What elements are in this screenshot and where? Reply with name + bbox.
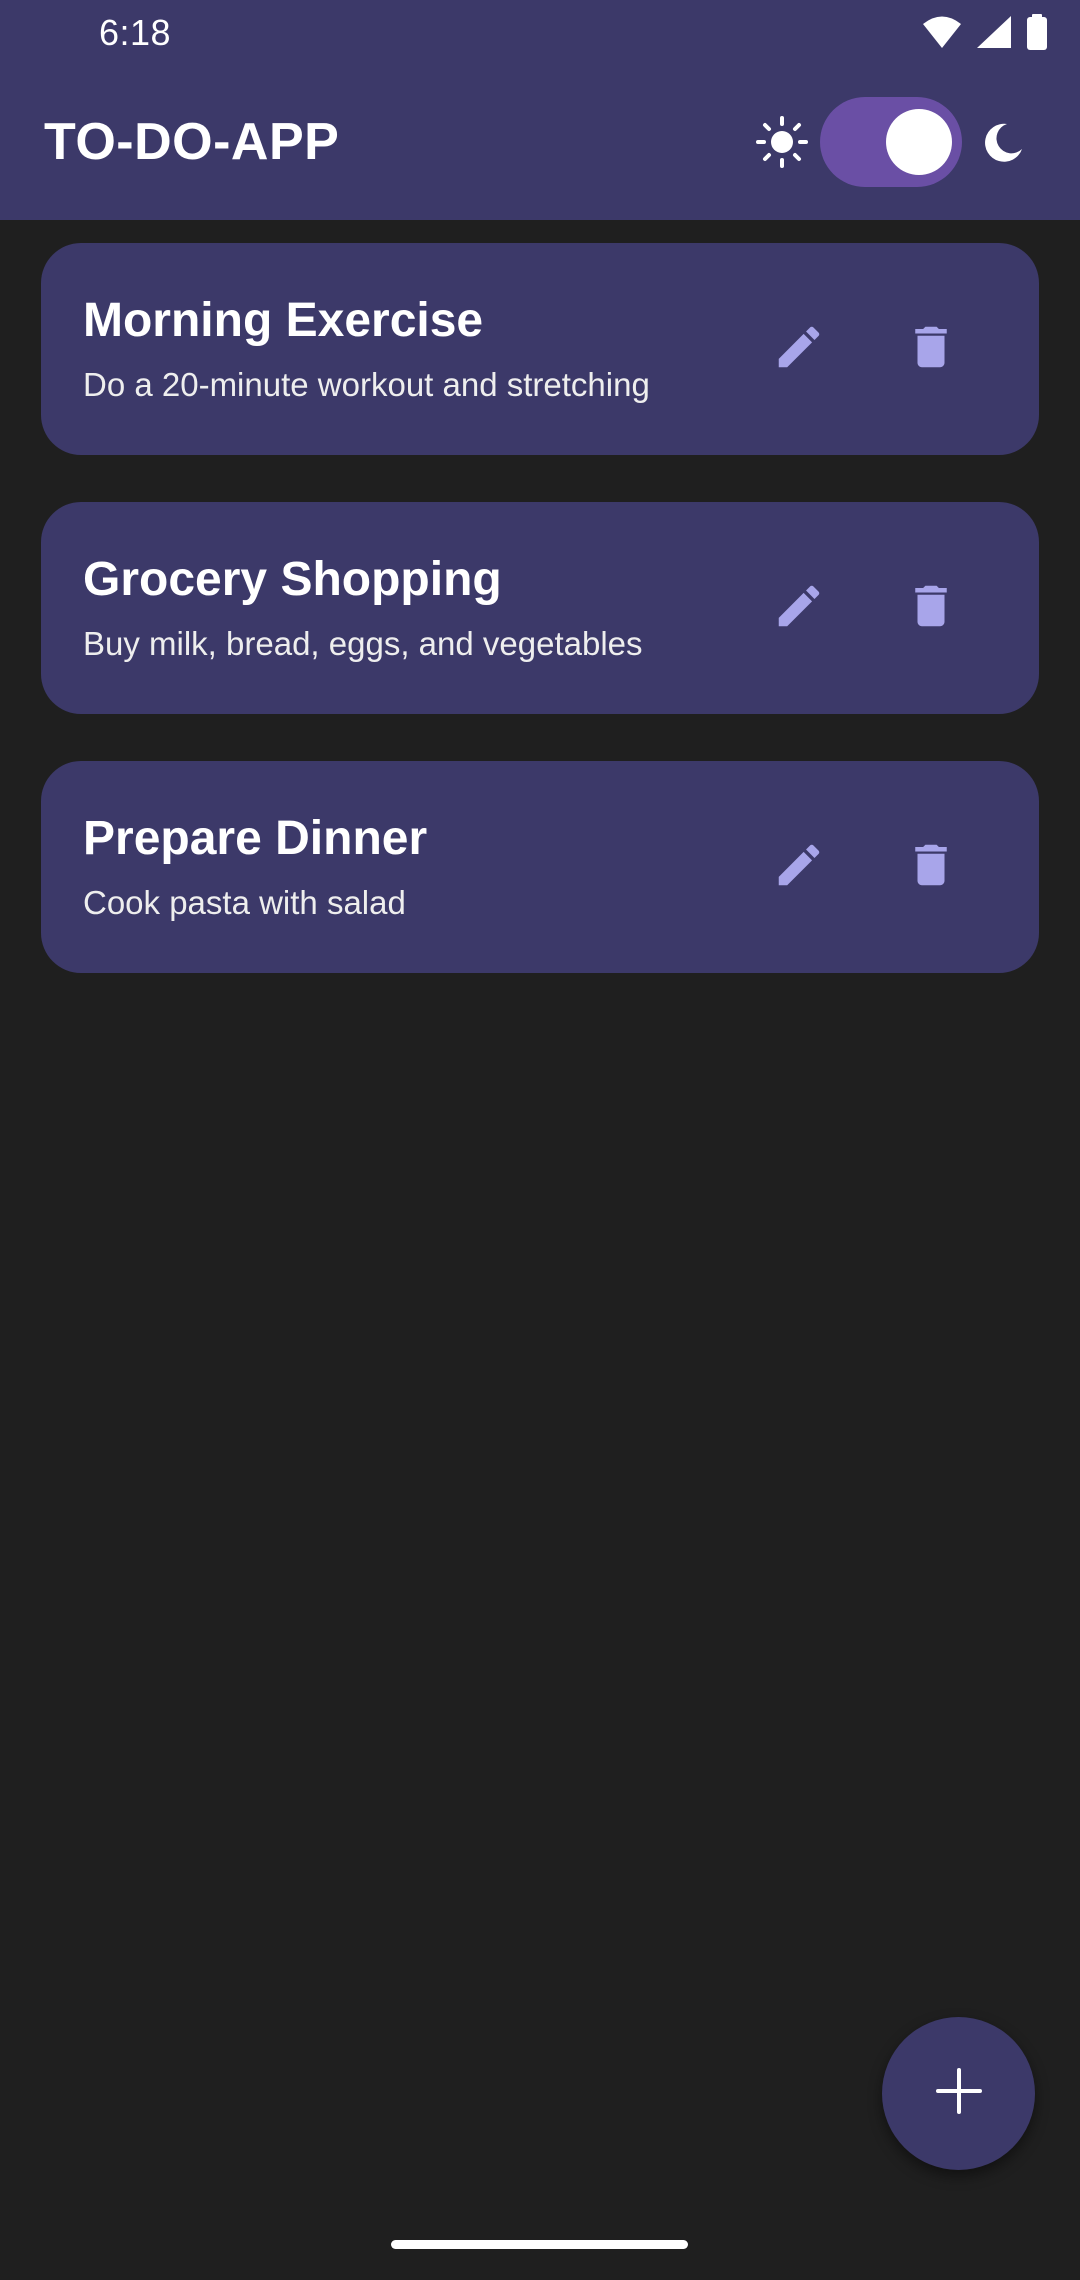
signal-icon: [976, 15, 1012, 54]
edit-task-button[interactable]: [749, 558, 849, 658]
pencil-icon: [772, 838, 826, 897]
task-description: Cook pasta with salad: [83, 884, 406, 921]
theme-toggle-switch[interactable]: [820, 97, 962, 187]
delete-task-button[interactable]: [881, 558, 981, 658]
wifi-icon: [922, 15, 962, 54]
task-title: Morning Exercise: [83, 294, 484, 347]
task-description: Do a 20-minute workout and stretching: [83, 366, 650, 403]
app-bar: 6:18 TO-DO-APP: [0, 0, 1080, 220]
task-title: Grocery Shopping: [83, 553, 502, 606]
task-card[interactable]: Morning Exercise Do a 20-minute workout …: [41, 243, 1039, 455]
trash-icon: [904, 838, 958, 897]
battery-icon: [1026, 13, 1048, 55]
trash-icon: [904, 579, 958, 638]
edit-task-button[interactable]: [749, 817, 849, 917]
pencil-icon: [772, 320, 826, 379]
gesture-nav-handle[interactable]: [391, 2240, 688, 2249]
sun-icon: [754, 114, 810, 170]
plus-icon: [934, 2066, 984, 2121]
theme-controls: [754, 97, 1028, 187]
task-card[interactable]: Grocery Shopping Buy milk, bread, eggs, …: [41, 502, 1039, 714]
toggle-knob: [886, 109, 952, 175]
task-title: Prepare Dinner: [83, 812, 428, 865]
delete-task-button[interactable]: [881, 817, 981, 917]
moon-icon: [980, 118, 1028, 166]
trash-icon: [904, 320, 958, 379]
app-title: TO-DO-APP: [44, 113, 340, 171]
delete-task-button[interactable]: [881, 299, 981, 399]
task-card[interactable]: Prepare Dinner Cook pasta with salad: [41, 761, 1039, 973]
edit-task-button[interactable]: [749, 299, 849, 399]
status-time: 6:18: [99, 12, 172, 53]
pencil-icon: [772, 579, 826, 638]
task-list: Morning Exercise Do a 20-minute workout …: [41, 243, 1039, 1020]
add-task-button[interactable]: [882, 2017, 1035, 2170]
task-description: Buy milk, bread, eggs, and vegetables: [83, 625, 643, 662]
status-icons: [922, 13, 1048, 55]
